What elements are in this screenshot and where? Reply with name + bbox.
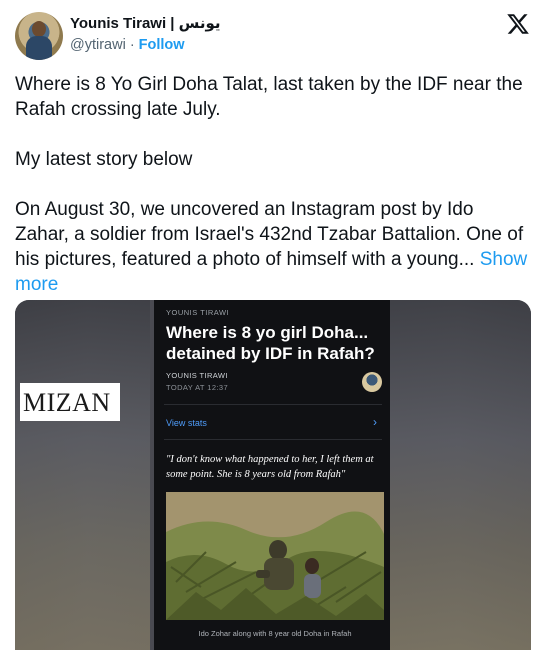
mizan-watermark-text: MIZAN: [23, 388, 111, 417]
article-quote: "I don't know what happened to her, I le…: [166, 454, 374, 480]
tweet-paragraph-1: Where is 8 Yo Girl Doha Talat, last take…: [15, 74, 523, 120]
tweet-paragraph-2: My latest story below: [15, 149, 193, 170]
blurred-background-right: [381, 300, 531, 650]
tweet-text: Where is 8 Yo Girl Doha Talat, last take…: [15, 72, 530, 297]
author-display-name[interactable]: Younis Tirawi | يونس: [70, 14, 221, 32]
article-screenshot: YOUNIS TIRAWI Where is 8 yo girl Doha...…: [154, 300, 390, 650]
tweet-header: Younis Tirawi | يونس @ytirawi · Follow: [0, 0, 541, 66]
article-photo-caption: Ido Zohar along with 8 year old Doha in …: [198, 629, 352, 638]
avatar-head: [32, 21, 46, 37]
follow-button[interactable]: Follow: [139, 37, 185, 53]
chevron-right-icon: ›: [373, 415, 377, 429]
article-author-avatar: [362, 372, 382, 392]
article-timestamp: TODAY AT 12:37: [166, 383, 229, 392]
article-kicker: YOUNIS TIRAWI: [166, 308, 230, 317]
x-logo-icon[interactable]: [505, 12, 531, 36]
tweet-media-image[interactable]: MIZAN YOUNIS TIRAWI Where is 8 yo girl D…: [15, 300, 531, 650]
tweet-paragraph-3: On August 30, we uncovered an Instagram …: [15, 197, 530, 297]
author-handle[interactable]: @ytirawi: [70, 37, 126, 53]
article-divider: [164, 404, 382, 405]
author-avatar[interactable]: [15, 12, 63, 60]
author-handle-row: @ytirawi · Follow: [70, 37, 185, 53]
mizan-watermark: MIZAN: [20, 383, 120, 421]
view-stats-link: View stats: [166, 418, 207, 428]
article-title: Where is 8 yo girl Doha... detained by I…: [166, 323, 375, 363]
separator-dot: ·: [129, 37, 135, 53]
article-author: YOUNIS TIRAWI: [166, 371, 228, 380]
article-photo: [166, 492, 384, 620]
article-photo-scene: [166, 492, 384, 620]
tweet-paragraph-3-text: On August 30, we uncovered an Instagram …: [15, 199, 524, 270]
blurred-background-left: [15, 300, 150, 650]
article-divider-2: [164, 439, 382, 440]
avatar-body: [26, 36, 52, 60]
